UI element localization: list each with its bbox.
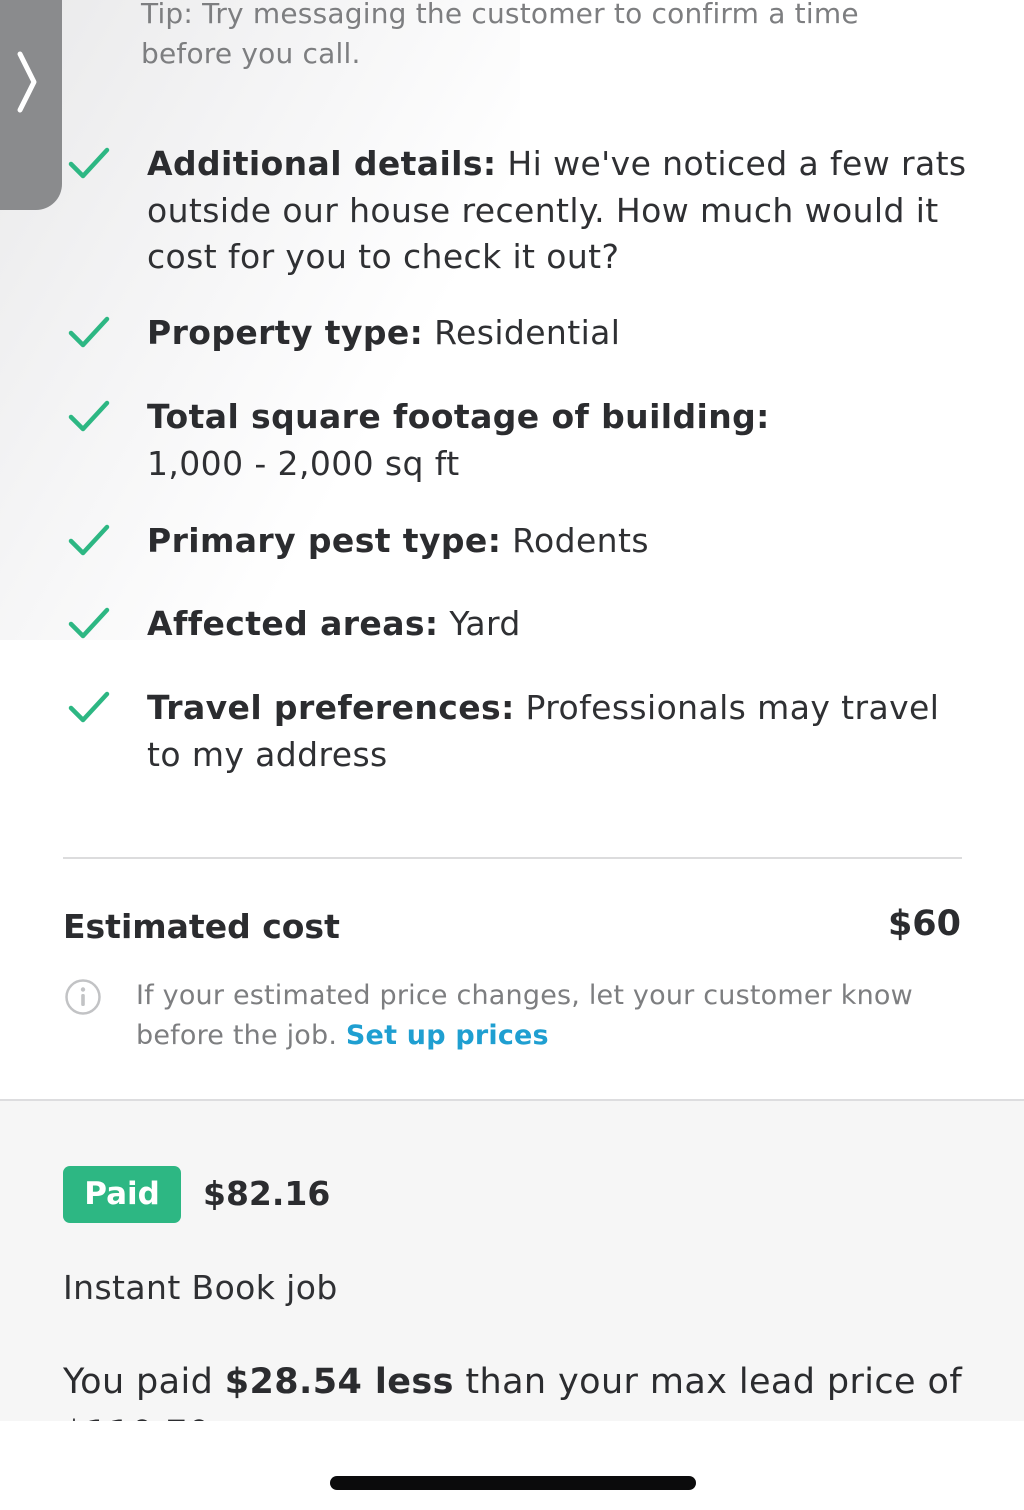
detail-label: Travel preferences: <box>147 688 515 727</box>
payment-section: Paid $82.16 Instant Book job You paid $2… <box>0 1099 1024 1421</box>
check-icon <box>68 524 110 556</box>
job-details-screen: Tip: Try messaging the customer to confi… <box>0 0 1024 1510</box>
estimated-cost-value: $60 <box>887 904 961 944</box>
check-icon <box>68 607 110 639</box>
detail-value: Yard <box>438 604 521 643</box>
tip-text: Tip: Try messaging the customer to confi… <box>141 0 859 70</box>
detail-label: Total square footage of building: <box>147 397 770 436</box>
lead-price-note: You paid $28.54 less than your max lead … <box>63 1362 963 1421</box>
detail-value: Rodents <box>501 521 649 560</box>
check-icon <box>68 316 110 348</box>
side-panel-toggle[interactable] <box>0 0 62 210</box>
paid-badge: Paid <box>63 1166 181 1223</box>
check-icon <box>68 691 110 723</box>
info-icon <box>65 979 101 1015</box>
detail-label: Additional details: <box>147 144 497 183</box>
chevron-right-icon <box>17 51 37 113</box>
set-up-prices-link[interactable]: Set up prices <box>346 1020 549 1051</box>
detail-label: Primary pest type: <box>147 521 502 560</box>
detail-label: Affected areas: <box>147 604 439 643</box>
estimate-info-text: If your estimated price changes, let you… <box>136 980 913 1051</box>
check-icon <box>68 400 110 432</box>
job-type-label: Instant Book job <box>63 1268 338 1307</box>
detail-value: Residential <box>423 313 621 352</box>
paid-amount: $82.16 <box>203 1174 331 1213</box>
estimated-cost-label: Estimated cost <box>63 907 340 946</box>
divider <box>63 857 962 859</box>
detail-label: Property type: <box>147 313 424 352</box>
detail-value: 1,000 - 2,000 sq ft <box>147 443 460 483</box>
home-indicator[interactable] <box>330 1476 696 1490</box>
check-icon <box>68 147 110 179</box>
